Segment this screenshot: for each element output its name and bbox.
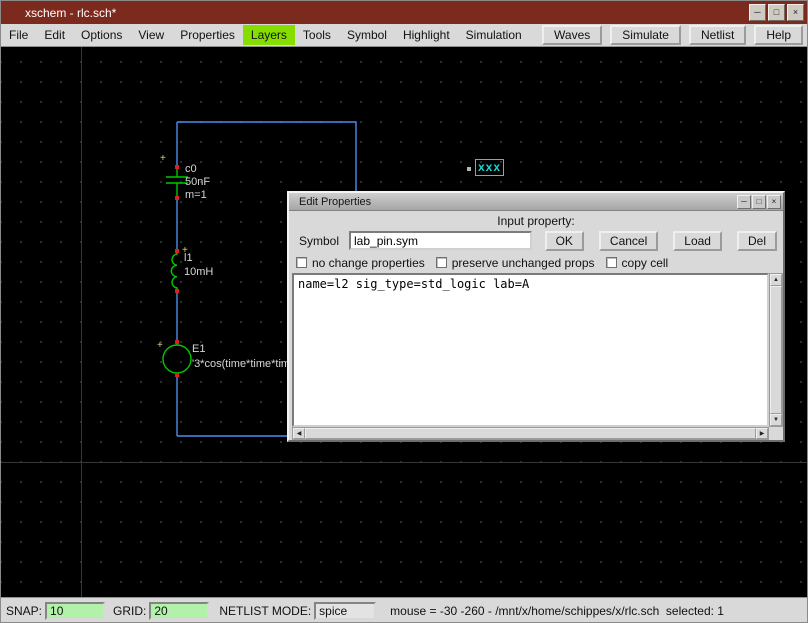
help-button[interactable]: Help — [754, 25, 803, 45]
menu-tools[interactable]: Tools — [295, 25, 339, 45]
edit-properties-dialog: Edit Properties ─ □ × Input property: Sy… — [287, 191, 785, 442]
preserve-unchanged-props-label: preserve unchanged props — [452, 256, 595, 270]
menu-highlight[interactable]: Highlight — [395, 25, 458, 45]
pin-connection-dot — [467, 167, 471, 171]
load-button[interactable]: Load — [673, 231, 722, 251]
netlist-button[interactable]: Netlist — [689, 25, 746, 45]
source-name-label[interactable]: E1 — [192, 343, 205, 355]
selected-pin-label[interactable]: xxx — [475, 159, 504, 176]
cancel-button[interactable]: Cancel — [599, 231, 658, 251]
scroll-down-icon[interactable]: ▼ — [770, 414, 782, 426]
copy-cell-checkbox[interactable] — [606, 257, 617, 268]
mouse-status-text: mouse = -30 -260 - /mnt/x/home/schippes/… — [390, 604, 724, 618]
netlist-mode-field[interactable]: spice — [314, 602, 376, 620]
copy-cell-label: copy cell — [622, 256, 669, 270]
window-title: xschem - rlc.sch* — [25, 6, 116, 20]
voltage-source-symbol[interactable] — [163, 342, 191, 375]
menu-file[interactable]: File — [1, 25, 36, 45]
del-button[interactable]: Del — [737, 231, 777, 251]
source-plus-marker: + — [157, 340, 163, 351]
symbol-row: Symbol OK Cancel Load Del — [299, 230, 777, 251]
horizontal-scrollbar-thumb[interactable] — [305, 428, 756, 439]
no-change-properties-option: no change properties — [296, 256, 425, 270]
input-property-label: Input property: — [289, 214, 783, 228]
dialog-maximize-button[interactable]: □ — [752, 195, 766, 209]
copy-cell-option: copy cell — [606, 256, 669, 270]
capacitor-param-label[interactable]: m=1 — [185, 189, 207, 201]
preserve-unchanged-props-checkbox[interactable] — [436, 257, 447, 268]
menu-symbol[interactable]: Symbol — [339, 25, 395, 45]
dialog-controls: ─ □ × — [737, 195, 781, 209]
vertical-scrollbar[interactable]: ▲ ▼ — [769, 273, 783, 427]
menubar: File Edit Options View Properties Layers… — [1, 24, 807, 47]
horizontal-scrollbar[interactable]: ◀ ▶ — [292, 427, 769, 440]
symbol-label: Symbol — [299, 234, 339, 248]
capacitor-value-label[interactable]: 50nF — [185, 176, 210, 188]
menu-properties[interactable]: Properties — [172, 25, 243, 45]
capacitor-name-label[interactable]: c0 — [185, 163, 197, 175]
menubar-buttons: Waves Simulate Netlist Help — [542, 25, 807, 45]
scroll-up-icon[interactable]: ▲ — [770, 274, 782, 286]
dialog-title: Edit Properties — [299, 196, 371, 208]
grid-label: GRID: — [113, 604, 146, 618]
capacitor-plus-marker: + — [160, 153, 166, 164]
dialog-titlebar[interactable]: Edit Properties ─ □ × — [289, 193, 783, 211]
scroll-left-icon[interactable]: ◀ — [293, 428, 305, 439]
dialog-minimize-button[interactable]: ─ — [737, 195, 751, 209]
vertical-scrollbar-thumb[interactable] — [770, 286, 782, 414]
scroll-right-icon[interactable]: ▶ — [756, 428, 768, 439]
window-titlebar[interactable]: xschem - rlc.sch* ─ □ × — [1, 1, 807, 24]
simulate-button[interactable]: Simulate — [610, 25, 681, 45]
netlist-mode-label: NETLIST MODE: — [219, 604, 311, 618]
ok-button[interactable]: OK — [545, 231, 584, 251]
menu-edit[interactable]: Edit — [36, 25, 73, 45]
menu-simulation[interactable]: Simulation — [458, 25, 530, 45]
grid-field[interactable]: 20 — [149, 602, 209, 620]
no-change-properties-label: no change properties — [312, 256, 425, 270]
snap-field[interactable]: 10 — [45, 602, 105, 620]
no-change-properties-checkbox[interactable] — [296, 257, 307, 268]
preserve-unchanged-props-option: preserve unchanged props — [436, 256, 595, 270]
xschem-window: xschem - rlc.sch* ─ □ × File Edit Option… — [0, 0, 808, 623]
symbol-input[interactable] — [349, 231, 532, 250]
maximize-button[interactable]: □ — [768, 4, 785, 21]
snap-label: SNAP: — [6, 604, 42, 618]
source-value-label[interactable]: '3*cos(time*time*time* — [192, 358, 300, 370]
inductor-plus-marker: + — [182, 245, 188, 256]
close-button[interactable]: × — [787, 4, 804, 21]
property-textarea[interactable]: name=l2 sig_type=std_logic lab=A — [292, 273, 769, 427]
dialog-close-button[interactable]: × — [767, 195, 781, 209]
checkbox-row: no change properties preserve unchanged … — [296, 256, 777, 269]
minimize-button[interactable]: ─ — [749, 4, 766, 21]
menu-layers[interactable]: Layers — [243, 25, 295, 45]
window-controls: ─ □ × — [749, 4, 804, 21]
inductor-value-label[interactable]: 10mH — [184, 266, 213, 278]
menu-view[interactable]: View — [130, 25, 172, 45]
menu-options[interactable]: Options — [73, 25, 130, 45]
statusbar: SNAP: 10 GRID: 20 NETLIST MODE: spice mo… — [1, 597, 807, 623]
waves-button[interactable]: Waves — [542, 25, 602, 45]
inductor-symbol[interactable] — [171, 251, 177, 291]
